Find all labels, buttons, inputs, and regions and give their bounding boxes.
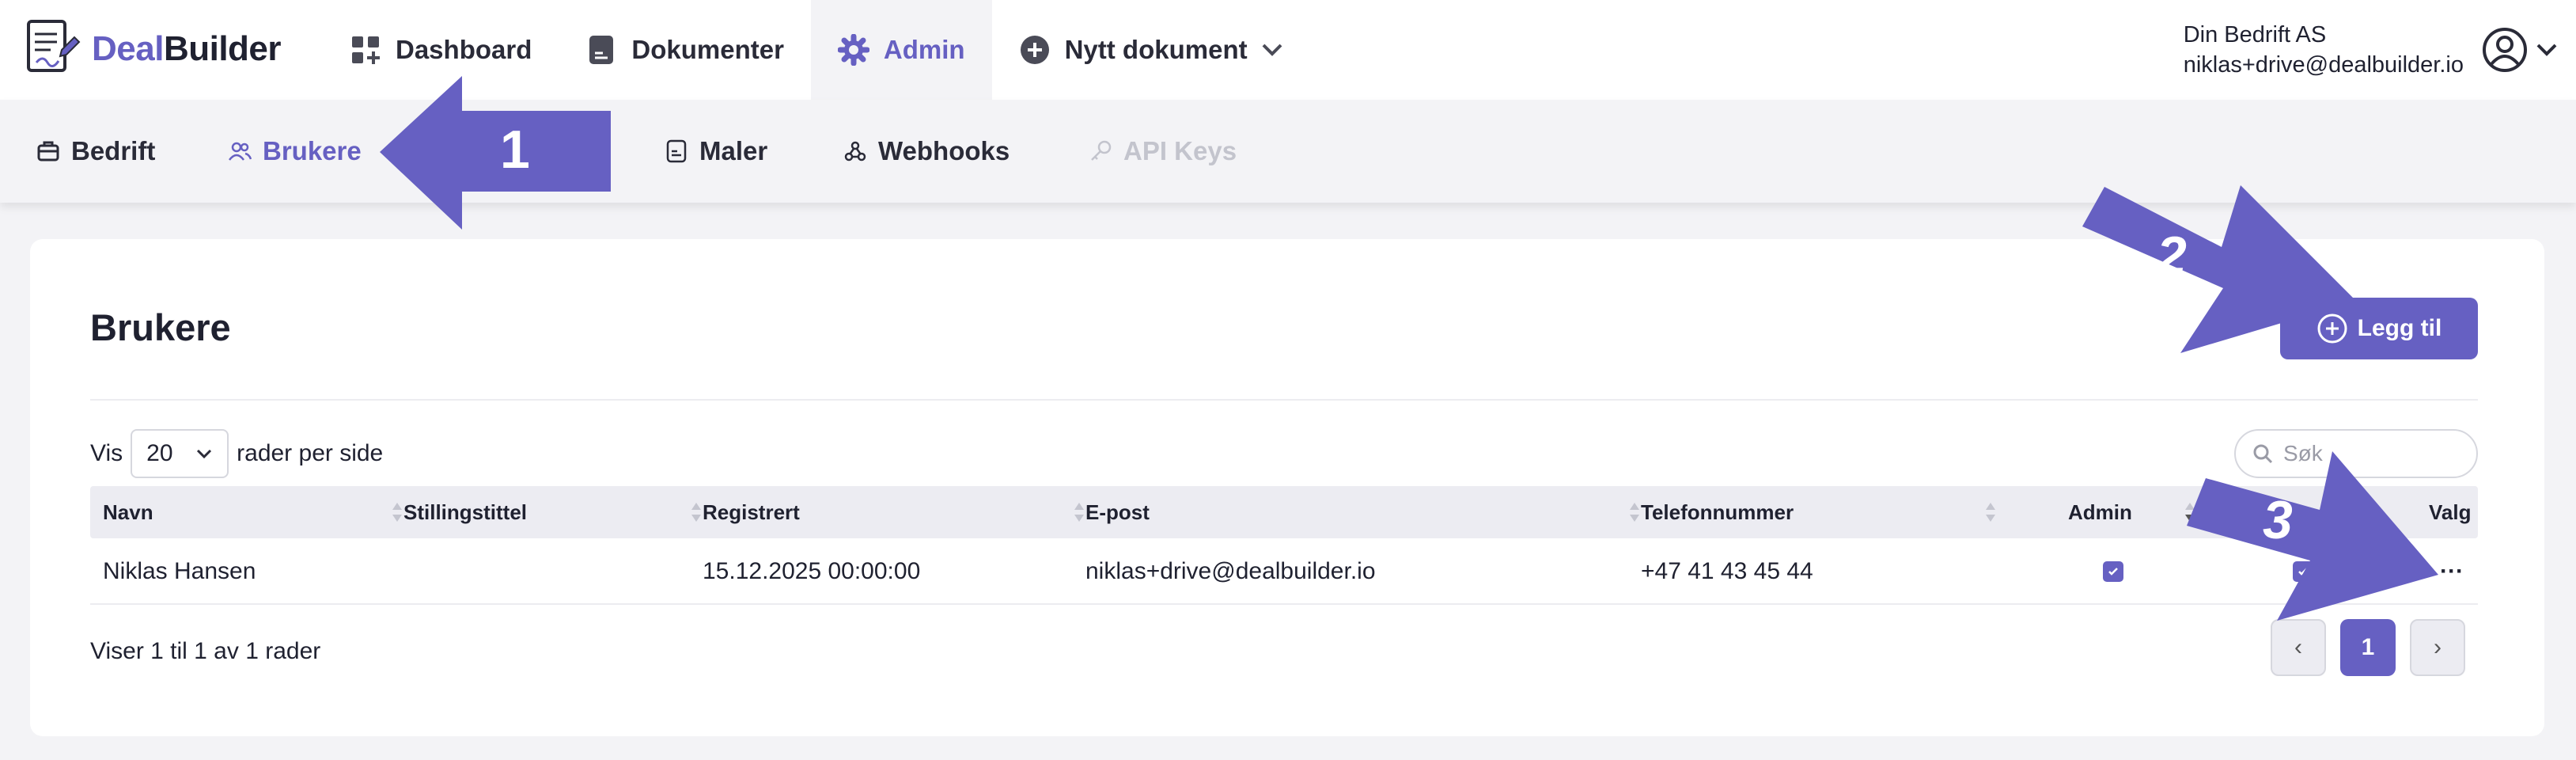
show-prefix: Vis bbox=[90, 440, 123, 466]
subnav-maler[interactable]: Maler bbox=[665, 100, 767, 203]
gear-icon bbox=[837, 34, 869, 66]
document-logo-icon bbox=[27, 20, 81, 72]
sort-icon[interactable] bbox=[690, 500, 703, 524]
col-epost[interactable]: E-post bbox=[1085, 486, 1150, 538]
col-stillingstittel-label: Stillingstittel bbox=[403, 500, 527, 524]
sort-desc-icon[interactable] bbox=[2184, 500, 2196, 524]
col-admin[interactable]: Admin bbox=[2068, 486, 2132, 538]
webhook-icon bbox=[843, 139, 867, 163]
page-size-value: 20 bbox=[146, 440, 173, 466]
col-valg-label: Valg bbox=[2429, 500, 2472, 524]
cell-name: Niklas Hansen bbox=[103, 558, 256, 584]
table-row: Niklas Hansen 15.12.2025 00:00:00 niklas… bbox=[90, 538, 2478, 605]
subnav-api-keys-label: API Keys bbox=[1123, 136, 1237, 165]
cell-registered: 15.12.2025 00:00:00 bbox=[703, 558, 921, 584]
cell-email: niklas+drive@dealbuilder.io bbox=[1085, 558, 1376, 584]
active-checkbox[interactable] bbox=[2293, 561, 2313, 582]
chevron-down-icon bbox=[195, 448, 213, 459]
sort-icon[interactable] bbox=[391, 500, 403, 524]
subnav-bedrift[interactable]: Bedrift bbox=[36, 100, 155, 203]
add-user-label: Legg til bbox=[2357, 315, 2442, 341]
nav-dashboard-label: Dashboard bbox=[396, 35, 532, 64]
plus-circle-icon bbox=[2317, 313, 2348, 344]
page-size-control: Vis 20 rader per side bbox=[90, 429, 383, 478]
nav-admin[interactable]: Admin bbox=[810, 0, 992, 100]
annotation-label-1: 1 bbox=[500, 120, 530, 180]
briefcase-icon bbox=[36, 139, 60, 163]
search-icon bbox=[2252, 443, 2274, 465]
nav-nytt-dokument-label: Nytt dokument bbox=[1064, 35, 1248, 64]
prev-page-button[interactable]: ‹ bbox=[2271, 619, 2326, 676]
brand-part-deal: Deal bbox=[92, 29, 164, 68]
nav-admin-label: Admin bbox=[883, 35, 965, 64]
admin-checkbox[interactable] bbox=[2103, 561, 2123, 582]
account-info: Din Bedrift AS niklas+drive@dealbuilder.… bbox=[2184, 20, 2464, 80]
cell-admin bbox=[2103, 538, 2123, 605]
search-input[interactable] bbox=[2283, 441, 2457, 466]
col-navn[interactable]: Navn bbox=[103, 486, 153, 538]
account-email: niklas+drive@dealbuilder.io bbox=[2183, 52, 2464, 78]
chevron-down-icon[interactable] bbox=[2535, 42, 2559, 58]
subnav-brukere[interactable]: Brukere bbox=[228, 100, 362, 203]
page-title: Brukere bbox=[90, 306, 231, 348]
plus-circle-icon bbox=[1019, 34, 1051, 66]
sort-icon[interactable] bbox=[1628, 500, 1641, 524]
page-size-select[interactable]: 20 bbox=[131, 429, 229, 478]
nav-nytt-dokument[interactable]: Nytt dokument bbox=[992, 0, 1311, 100]
cell-phone: +47 41 43 45 44 bbox=[1641, 558, 1813, 584]
sort-icon[interactable] bbox=[1073, 500, 1085, 524]
col-stillingstittel[interactable]: Stillingstittel bbox=[403, 486, 527, 538]
main-nav: Dashboard Dokumenter Admin Nytt dokument bbox=[323, 0, 1311, 100]
key-icon bbox=[1089, 139, 1112, 163]
col-navn-label: Navn bbox=[103, 500, 153, 524]
show-suffix: rader per side bbox=[237, 440, 384, 466]
brand-part-builder: Builder bbox=[163, 29, 282, 68]
subnav-webhooks-label: Webhooks bbox=[878, 136, 1010, 165]
brand-name: DealBuilder bbox=[92, 29, 282, 69]
add-user-button[interactable]: Legg til bbox=[2280, 298, 2478, 359]
chevron-down-icon bbox=[1260, 42, 1284, 58]
col-admin-label: Admin bbox=[2068, 500, 2132, 524]
search-box[interactable] bbox=[2234, 429, 2478, 478]
row-options-menu[interactable]: ··· bbox=[2440, 538, 2464, 605]
cell-active bbox=[2293, 538, 2313, 605]
table-header: Navn Stillingstittel Registrert E-post T… bbox=[90, 486, 2478, 538]
col-registrert[interactable]: Registrert bbox=[703, 486, 800, 538]
document-icon bbox=[585, 34, 617, 66]
admin-subnav: Bedrift Brukere Maler Webhooks API Keys bbox=[0, 100, 2576, 203]
template-icon bbox=[665, 139, 688, 163]
nav-dokumenter-label: Dokumenter bbox=[631, 35, 784, 64]
page-1-button[interactable]: 1 bbox=[2340, 619, 2396, 676]
top-bar: DealBuilder Dashboard Dokumenter Admin N… bbox=[0, 0, 2576, 100]
col-valg: Valg bbox=[2429, 486, 2471, 538]
col-telefonnummer-label: Telefonnummer bbox=[1641, 500, 1794, 524]
users-icon bbox=[228, 139, 252, 163]
subnav-bedrift-label: Bedrift bbox=[71, 136, 156, 165]
col-epost-label: E-post bbox=[1085, 500, 1150, 524]
account-company: Din Bedrift AS bbox=[2183, 22, 2327, 48]
col-telefonnummer[interactable]: Telefonnummer bbox=[1641, 486, 1794, 538]
next-page-button[interactable]: › bbox=[2410, 619, 2465, 676]
divider bbox=[90, 399, 2478, 401]
user-avatar-icon[interactable] bbox=[2481, 26, 2529, 74]
pagination-info: Viser 1 til 1 av 1 rader bbox=[90, 638, 321, 664]
sort-icon[interactable] bbox=[1984, 500, 1997, 524]
annotation-label-3: 3 bbox=[2263, 490, 2293, 550]
users-card: Brukere Legg til Vis 20 rader per side N… bbox=[30, 239, 2544, 736]
subnav-maler-label: Maler bbox=[699, 136, 768, 165]
account-menu[interactable]: Din Bedrift AS niklas+drive@dealbuilder.… bbox=[2184, 14, 2559, 86]
annotation-label-2: 2 bbox=[2157, 226, 2187, 286]
subnav-webhooks[interactable]: Webhooks bbox=[843, 100, 1010, 203]
col-registrert-label: Registrert bbox=[703, 500, 800, 524]
nav-dashboard[interactable]: Dashboard bbox=[323, 0, 559, 100]
subnav-api-keys: API Keys bbox=[1089, 100, 1237, 203]
nav-dokumenter[interactable]: Dokumenter bbox=[559, 0, 811, 100]
dashboard-icon bbox=[350, 34, 381, 66]
subnav-brukere-label: Brukere bbox=[263, 136, 362, 165]
logo[interactable]: DealBuilder bbox=[24, 11, 282, 87]
